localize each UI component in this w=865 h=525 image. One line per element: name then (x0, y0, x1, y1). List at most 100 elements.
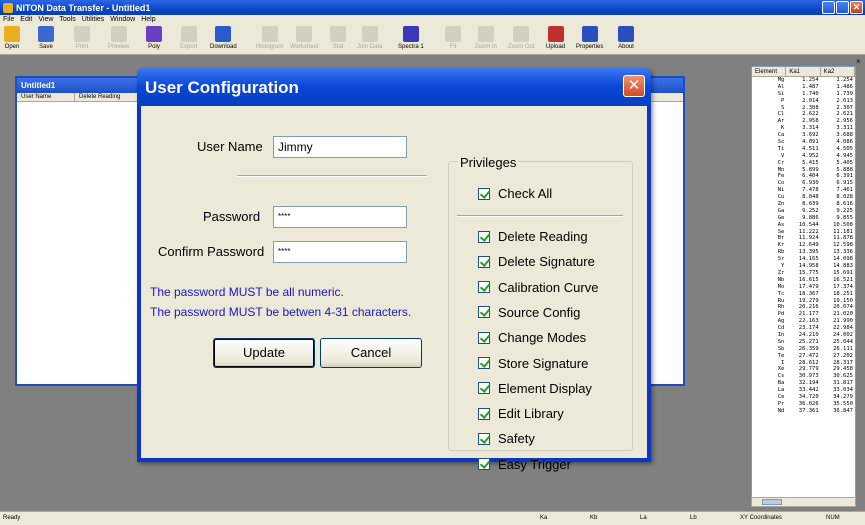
menu-window[interactable]: Window (110, 15, 135, 25)
toolbar-zoom-out-button[interactable]: Zoom Out (508, 26, 535, 51)
minimize-button[interactable] (822, 1, 835, 14)
toolbar-open-button[interactable]: Open (4, 26, 20, 51)
menu-help[interactable]: Help (141, 15, 155, 25)
column-delete-reading[interactable]: Delete Reading (75, 93, 141, 101)
privilege-element-display-checkbox[interactable]: Element Display (478, 381, 592, 396)
element-row[interactable]: K 3.314 3.311 (752, 125, 855, 132)
toolbar-fit-button[interactable]: Fit (445, 26, 461, 51)
element-row[interactable]: Co 6.930 6.915 (752, 180, 855, 187)
toolbar-about-button[interactable]: About (618, 26, 634, 51)
checkbox-checked-icon[interactable] (478, 407, 490, 420)
element-row[interactable]: Ba 32.194 31.817 (752, 380, 855, 387)
element-row[interactable]: La 33.442 33.034 (752, 387, 855, 394)
toolbar-export-button[interactable]: Export (180, 26, 197, 51)
maximize-button[interactable] (836, 1, 849, 14)
element-row[interactable]: Ga 9.252 9.225 (752, 208, 855, 215)
element-panel-scrollbar[interactable] (751, 497, 856, 507)
element-row[interactable]: Fe 6.404 6.391 (752, 173, 855, 180)
element-row[interactable]: Se 11.222 11.181 (752, 229, 855, 236)
checkbox-checked-icon[interactable] (478, 432, 490, 445)
scrollbar-thumb[interactable] (762, 499, 782, 505)
checkbox-checked-icon[interactable] (478, 281, 490, 294)
toolbar-join-data-button[interactable]: Join Data (357, 26, 382, 51)
checkbox-checked-icon[interactable] (478, 255, 490, 268)
menu-view[interactable]: View (38, 15, 53, 25)
checkbox-checked-icon[interactable] (478, 458, 490, 471)
toolbar-zoom-in-button[interactable]: Zoom In (475, 26, 497, 51)
element-row[interactable]: Si 1.740 1.739 (752, 91, 855, 98)
element-row[interactable]: I 28.612 28.317 (752, 360, 855, 367)
menu-tools[interactable]: Tools (59, 15, 75, 25)
checkbox-checked-icon[interactable] (478, 331, 490, 344)
user-name-field[interactable]: Jimmy (273, 136, 407, 158)
column-user-name[interactable]: User Name (17, 93, 75, 101)
element-row[interactable]: Tc 18.367 18.251 (752, 291, 855, 298)
privilege-edit-library-checkbox[interactable]: Edit Library (478, 406, 564, 421)
column-element[interactable]: Element (752, 67, 787, 76)
element-row[interactable]: Mo 17.479 17.374 (752, 284, 855, 291)
checkbox-checked-icon[interactable] (478, 230, 490, 243)
element-row[interactable]: Te 27.472 27.202 (752, 353, 855, 360)
toolbar-stat-button[interactable]: Stat (330, 26, 346, 51)
element-row[interactable]: Nb 16.615 16.521 (752, 277, 855, 284)
checkbox-checked-icon[interactable] (478, 306, 490, 319)
element-row[interactable]: Mg 1.254 1.254 (752, 77, 855, 84)
element-row[interactable]: Cr 5.415 5.405 (752, 160, 855, 167)
element-row[interactable]: Xe 29.779 29.458 (752, 366, 855, 373)
element-row[interactable]: Ce 34.720 34.279 (752, 394, 855, 401)
menu-utilities[interactable]: Utilities (82, 15, 105, 25)
element-row[interactable]: Nd 37.361 36.847 (752, 408, 855, 415)
confirm-password-field[interactable]: **** (273, 241, 407, 263)
element-row[interactable]: Pd 21.177 21.020 (752, 311, 855, 318)
column-ka1[interactable]: Ka1 (786, 67, 821, 76)
column-ka2[interactable]: Ka2 (821, 67, 855, 76)
element-row[interactable]: Zn 8.639 8.616 (752, 201, 855, 208)
privilege-easy-trigger-checkbox[interactable]: Easy Trigger (478, 457, 571, 472)
toolbar-print-button[interactable]: Print (74, 26, 90, 51)
checkbox-checked-icon[interactable] (478, 382, 490, 395)
element-row[interactable]: Rb 13.395 13.336 (752, 249, 855, 256)
toolbar-download-button[interactable]: Download (210, 26, 237, 51)
element-row[interactable]: In 24.210 24.002 (752, 332, 855, 339)
privilege-source-config-checkbox[interactable]: Source Config (478, 305, 580, 320)
element-row[interactable]: Ge 9.886 9.855 (752, 215, 855, 222)
element-row[interactable]: Cl 2.622 2.621 (752, 111, 855, 118)
toolbar-upload-button[interactable]: Upload (546, 26, 565, 51)
element-row[interactable]: Ar 2.958 2.956 (752, 118, 855, 125)
toolbar-poly-button[interactable]: Poly (146, 26, 162, 51)
element-row[interactable]: Sr 14.165 14.098 (752, 256, 855, 263)
toolbar-worksheet-button[interactable]: Worksheet (290, 26, 319, 51)
checkbox-checked-icon[interactable] (478, 357, 490, 369)
update-button[interactable]: Update (213, 338, 315, 368)
panel-close-icon[interactable]: × (856, 57, 861, 66)
menu-file[interactable]: File (3, 15, 14, 25)
privilege-store-signature-checkbox[interactable]: Store Signature (478, 356, 588, 371)
element-row[interactable]: Cd 23.174 22.984 (752, 325, 855, 332)
element-row[interactable]: Pr 36.026 35.550 (752, 401, 855, 408)
privilege-delete-signature-checkbox[interactable]: Delete Signature (478, 254, 595, 269)
element-row[interactable]: Sn 25.271 25.044 (752, 339, 855, 346)
element-row[interactable]: Rh 20.216 20.074 (752, 304, 855, 311)
element-row[interactable]: Sb 26.359 26.111 (752, 346, 855, 353)
cancel-button[interactable]: Cancel (320, 338, 422, 368)
element-row[interactable]: Br 11.924 11.878 (752, 235, 855, 242)
privilege-safety-checkbox[interactable]: Safety (478, 431, 535, 446)
element-row[interactable]: P 2.014 2.013 (752, 98, 855, 105)
element-row[interactable]: Kr 12.649 12.598 (752, 242, 855, 249)
password-field[interactable]: **** (273, 206, 407, 228)
privilege-delete-reading-checkbox[interactable]: Delete Reading (478, 229, 588, 244)
element-row[interactable]: Y 14.958 14.883 (752, 263, 855, 270)
element-row[interactable]: Al 1.487 1.486 (752, 84, 855, 91)
toolbar-histogram-button[interactable]: Histogram (256, 26, 283, 51)
element-row[interactable]: Sc 4.091 4.086 (752, 139, 855, 146)
checkbox-checked-icon[interactable] (478, 187, 490, 200)
element-row[interactable]: Ru 19.279 19.150 (752, 298, 855, 305)
toolbar-properties-button[interactable]: Properties (576, 26, 603, 51)
element-energy-panel[interactable]: Element Ka1 Ka2 Mg 1.254 1.254 Al 1.487 1.486… (751, 66, 856, 507)
menu-edit[interactable]: Edit (20, 15, 32, 25)
element-row[interactable]: Cu 8.048 8.028 (752, 194, 855, 201)
check-all-checkbox[interactable]: Check All (478, 186, 552, 201)
close-button[interactable]: ✕ (850, 1, 863, 14)
element-row[interactable]: Mn 5.899 5.888 (752, 167, 855, 174)
element-row[interactable]: Ag 22.163 21.990 (752, 318, 855, 325)
